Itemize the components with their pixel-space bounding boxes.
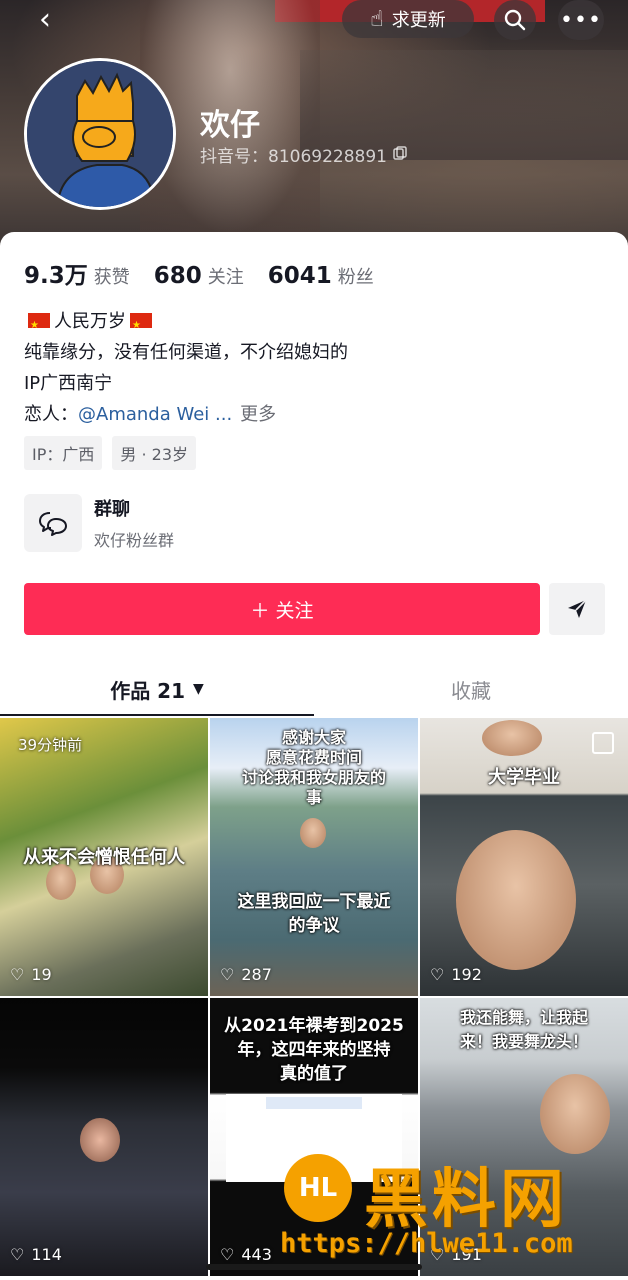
video-thumbnail[interactable]: 感谢大家 愿意花费时间 讨论我和我女朋友的 事 这里我回应一下最近 的争议 ♡ 2…	[210, 718, 418, 996]
heart-icon: ♡	[430, 965, 445, 984]
hand-icon: ☝	[370, 6, 384, 32]
nickname: 欢仔	[200, 108, 260, 143]
video-caption-2: 这里我回应一下最近 的争议	[237, 892, 391, 936]
douyin-id-text: 抖音号：81069228891	[200, 147, 387, 167]
group-chat-subtitle: 欢仔粉丝群	[94, 531, 175, 550]
profile-tags: IP：广西 男 · 23岁	[24, 436, 196, 470]
video-caption: 从2021年裸考到2025 年，这四年来的坚持 真的值了	[224, 1016, 404, 1084]
like-count: ♡ 114	[10, 1245, 62, 1264]
like-count: ♡ 192	[430, 965, 482, 984]
watermark-title: 黑料网	[364, 1163, 568, 1237]
group-chat-icon	[24, 494, 82, 552]
avatar[interactable]	[24, 58, 176, 210]
video-thumbnail[interactable]: 大学毕业 ♡ 192	[420, 718, 628, 996]
stat-value: 680	[153, 263, 202, 289]
bio-lover-line: 恋人：@Amanda Wei ... 更多	[24, 399, 348, 430]
person-shape	[300, 818, 326, 848]
lover-label: 恋人：	[24, 404, 78, 425]
like-count-value: 114	[31, 1245, 62, 1264]
active-tab-indicator	[0, 714, 314, 716]
tab-collections[interactable]: 收藏	[314, 664, 628, 714]
bio-line-2: 纯靠缘分，没有任何渠道，不介绍媳妇的	[24, 342, 348, 363]
bio-line-1: 人民万岁	[24, 306, 348, 341]
person-shape	[540, 1074, 610, 1154]
lover-mention-link[interactable]: @Amanda Wei ...	[78, 404, 232, 425]
profile-tabs: 作品 21 ▼ 收藏	[0, 664, 628, 716]
heart-icon: ♡	[220, 1245, 235, 1264]
watermark-logo: HL	[284, 1154, 352, 1222]
home-indicator[interactable]	[206, 1264, 422, 1270]
stat-value: 9.3万	[24, 263, 88, 289]
stat-likes[interactable]: 9.3万 获赞	[24, 256, 130, 290]
follow-button[interactable]: ＋ 关注	[24, 583, 540, 635]
video-caption: 感谢大家 愿意花费时间 讨论我和我女朋友的 事	[241, 728, 386, 807]
stat-label: 关注	[207, 267, 244, 288]
caret-down-icon: ▼	[193, 681, 204, 697]
like-count-value: 287	[241, 965, 272, 984]
stat-following[interactable]: 680 关注	[154, 263, 244, 289]
person-shape	[456, 830, 576, 970]
site-watermark: HL 黑料网 https://hlwe11.com	[280, 1150, 628, 1280]
video-caption: 大学毕业	[488, 767, 560, 788]
heart-icon: ♡	[10, 965, 25, 984]
like-count: ♡ 287	[220, 965, 272, 984]
multi-image-icon	[592, 732, 614, 754]
document-header	[266, 1097, 362, 1109]
douyin-id[interactable]: 抖音号：81069228891	[200, 142, 407, 167]
character-shape	[80, 1118, 120, 1162]
tab-works[interactable]: 作品 21 ▼	[0, 664, 314, 714]
stat-followers[interactable]: 6041 粉丝	[268, 263, 374, 289]
like-count: ♡ 443	[220, 1245, 272, 1264]
video-caption: 我还能舞，让我起 来！我要舞龙头！	[459, 1008, 588, 1051]
like-count: ♡ 19	[10, 965, 52, 984]
china-flag-icon	[28, 310, 50, 341]
video-caption: 从来不会憎恨任何人	[23, 847, 185, 868]
stat-label: 粉丝	[337, 267, 374, 288]
post-time: 39分钟前	[18, 736, 83, 754]
cartoon-avatar-icon	[27, 61, 173, 207]
person-shape	[482, 720, 542, 756]
heart-icon: ♡	[10, 1245, 25, 1264]
like-count-value: 443	[241, 1245, 272, 1264]
group-chat-title: 群聊	[94, 499, 130, 520]
request-update-button[interactable]: ☝ 求更新	[342, 0, 474, 38]
request-update-label: 求更新	[391, 10, 446, 31]
group-chat-entry[interactable]: 群聊 欢仔粉丝群	[24, 494, 174, 552]
video-thumbnail[interactable]: ♡ 114	[0, 998, 208, 1276]
stat-label: 获赞	[93, 267, 130, 288]
tab-works-label: 作品 21	[110, 678, 185, 703]
watermark-url: https://hlwe11.com	[280, 1228, 573, 1259]
heart-icon: ♡	[220, 965, 235, 984]
like-count-value: 19	[31, 965, 52, 984]
back-icon[interactable]: ‹	[28, 2, 62, 37]
china-flag-icon	[130, 310, 152, 341]
video-thumbnail[interactable]: 39分钟前 从来不会憎恨任何人 ♡ 19	[0, 718, 208, 996]
profile-stats: 9.3万 获赞 680 关注 6041 粉丝	[24, 256, 398, 290]
more-link[interactable]: 更多	[240, 404, 276, 425]
copy-icon[interactable]	[393, 145, 407, 165]
send-message-button[interactable]	[549, 583, 605, 635]
gender-age-tag: 男 · 23岁	[112, 436, 196, 470]
bio: 人民万岁 纯靠缘分，没有任何渠道，不介绍媳妇的 IP广西南宁 恋人：@Amand…	[24, 306, 348, 430]
send-icon	[568, 599, 587, 618]
more-options-icon[interactable]: •••	[558, 0, 604, 40]
like-count-value: 192	[451, 965, 482, 984]
bio-line-1-text: 人民万岁	[54, 311, 126, 332]
ip-tag: IP：广西	[24, 436, 103, 470]
bio-line-3: IP广西南宁	[24, 373, 113, 394]
search-icon[interactable]	[494, 0, 536, 40]
stat-value: 6041	[267, 263, 332, 289]
